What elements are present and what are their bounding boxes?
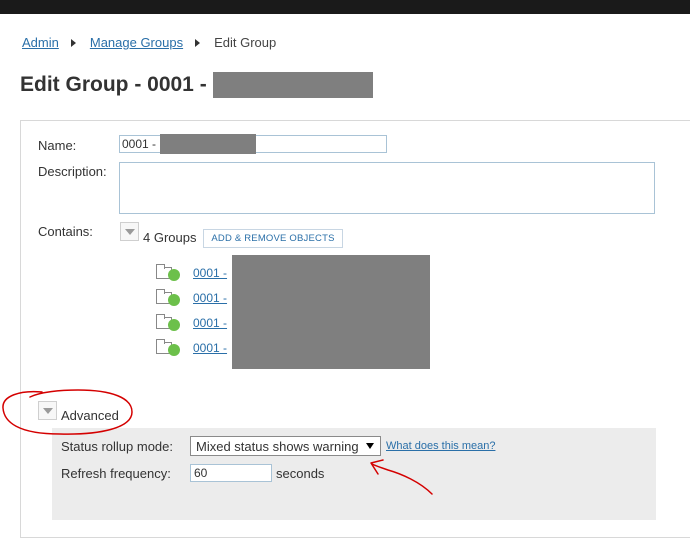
page-title: Edit Group - 0001 - [20, 72, 373, 98]
breadcrumb-manage-groups-link[interactable]: Manage Groups [90, 35, 183, 50]
contains-label: Contains: [38, 224, 93, 239]
help-link[interactable]: What does this mean? [386, 440, 495, 452]
status-ok-icon [168, 294, 180, 306]
advanced-expand-toggle[interactable] [38, 401, 57, 420]
name-label: Name: [38, 138, 77, 153]
refresh-frequency-input[interactable]: 60 [190, 464, 272, 482]
dropdown-arrow-icon [366, 443, 374, 449]
group-link[interactable]: 0001 - [193, 291, 227, 305]
breadcrumb-separator-icon [195, 38, 201, 47]
status-ok-icon [168, 269, 180, 281]
groups-count: 4 Groups [143, 230, 197, 245]
redacted-block [232, 255, 430, 369]
status-ok-icon [168, 319, 180, 331]
status-rollup-value: Mixed status shows warning [196, 438, 359, 454]
breadcrumb-admin-link[interactable]: Admin [22, 35, 59, 50]
redacted-block [160, 134, 257, 154]
status-rollup-select[interactable]: Mixed status shows warning [190, 436, 381, 456]
breadcrumb-separator-icon [70, 38, 76, 47]
seconds-unit-label: seconds [276, 466, 325, 481]
chevron-down-icon [42, 407, 53, 414]
add-remove-objects-button[interactable]: ADD & REMOVE OBJECTS [203, 229, 343, 248]
name-field[interactable]: 0001 - [119, 134, 387, 154]
group-list-item[interactable]: 0001 - [156, 264, 227, 282]
refresh-frequency-label: Refresh frequency: [61, 466, 171, 481]
contains-expand-toggle[interactable] [120, 222, 139, 241]
breadcrumb-current: Edit Group [214, 35, 277, 50]
description-field[interactable] [119, 162, 655, 214]
description-label: Description: [38, 164, 107, 179]
status-rollup-label: Status rollup mode: [61, 439, 174, 454]
group-link[interactable]: 0001 - [193, 316, 227, 330]
group-list-item[interactable]: 0001 - [156, 339, 227, 357]
page-title-text: Edit Group - 0001 - [20, 73, 207, 96]
group-link[interactable]: 0001 - [193, 266, 227, 280]
group-list-item[interactable]: 0001 - [156, 314, 227, 332]
name-field-value: 0001 - [122, 137, 157, 151]
group-list-item[interactable]: 0001 - [156, 289, 227, 307]
breadcrumb: Admin Manage Groups Edit Group [22, 35, 276, 50]
group-link[interactable]: 0001 - [193, 341, 227, 355]
chevron-down-icon [124, 228, 135, 235]
advanced-label[interactable]: Advanced [61, 408, 119, 423]
redacted-block [212, 72, 373, 98]
top-bar [0, 0, 690, 14]
status-ok-icon [168, 344, 180, 356]
